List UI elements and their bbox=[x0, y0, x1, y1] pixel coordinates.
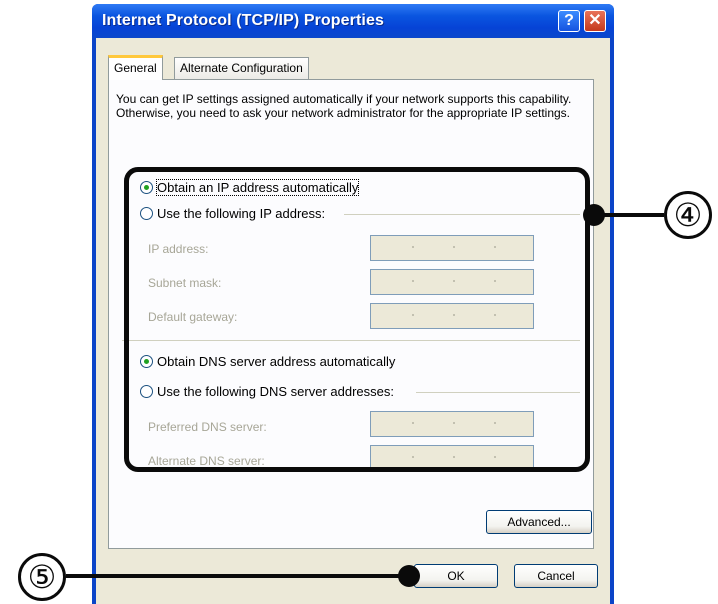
cancel-button[interactable]: Cancel bbox=[514, 564, 598, 588]
callout-4-number: ④ bbox=[664, 191, 712, 239]
callout-5-dot bbox=[398, 565, 420, 587]
tab-general[interactable]: General bbox=[108, 55, 163, 80]
tab-alternate-configuration[interactable]: Alternate Configuration bbox=[174, 57, 309, 79]
callout-4-leader bbox=[600, 213, 664, 217]
close-button[interactable]: ✕ bbox=[584, 10, 606, 32]
callout-5-number: ⑤ bbox=[18, 553, 66, 601]
window-title: Internet Protocol (TCP/IP) Properties bbox=[102, 12, 384, 29]
callout-5-leader bbox=[66, 574, 410, 578]
intro-text: You can get IP settings assigned automat… bbox=[116, 92, 572, 120]
ok-button[interactable]: OK bbox=[414, 564, 498, 588]
title-bar[interactable]: Internet Protocol (TCP/IP) Properties ? … bbox=[92, 4, 614, 38]
advanced-button[interactable]: Advanced... bbox=[486, 510, 592, 534]
help-button[interactable]: ? bbox=[558, 10, 580, 32]
highlight-box-ip-dns-settings bbox=[124, 167, 590, 472]
